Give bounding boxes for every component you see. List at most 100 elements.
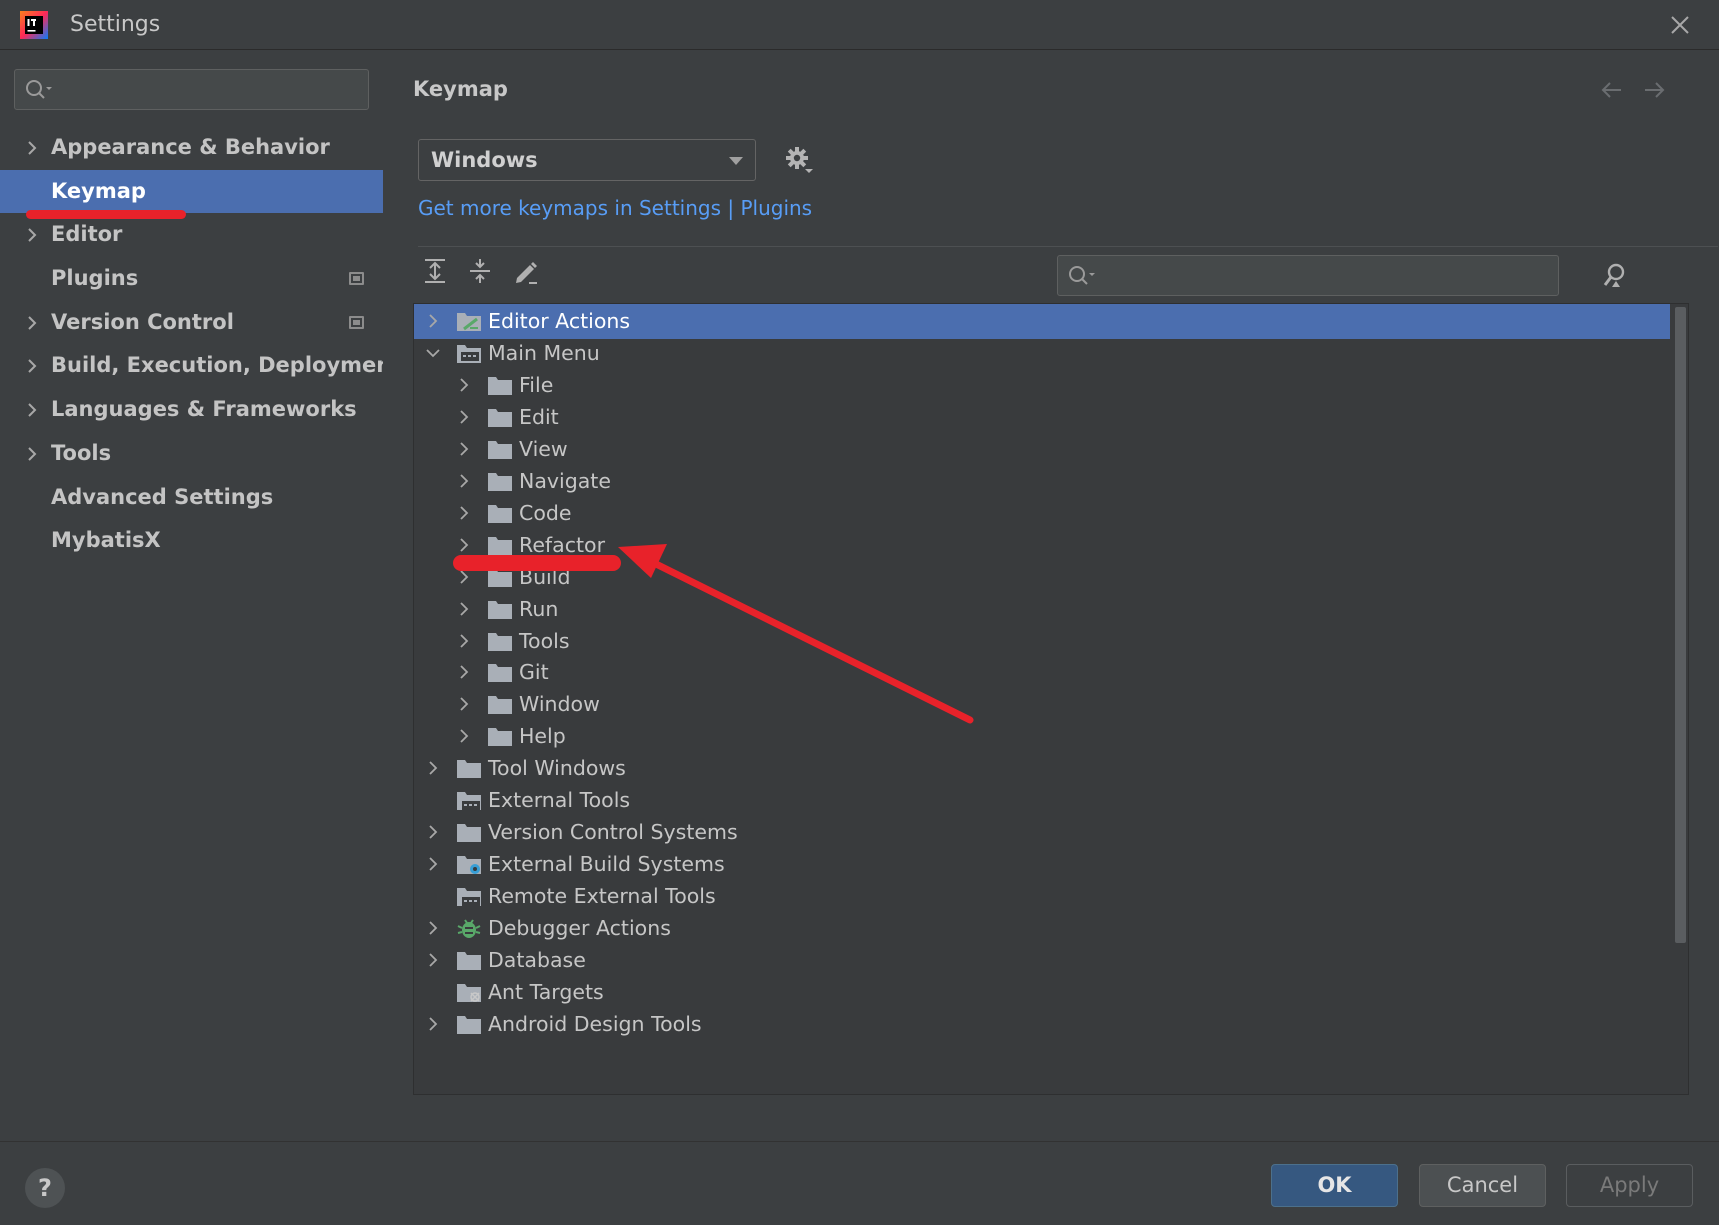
tree-search-input[interactable] [1102,262,1542,290]
chevron-right-icon[interactable] [457,410,471,424]
chevron-right-icon[interactable] [426,921,440,935]
tree-row-label: Code [519,500,572,525]
chevron-right-icon[interactable] [457,538,471,552]
edit-shortcut-icon[interactable] [511,256,541,286]
tree-row-label: Run [519,596,559,621]
chevron-right-icon[interactable] [457,601,471,616]
title-bar: Settings [0,0,1719,50]
chevron-right-icon[interactable] [24,140,40,156]
chevron-right-icon[interactable] [24,358,40,374]
tree-row[interactable]: Run [414,592,1670,627]
chevron-right-icon[interactable] [426,314,440,328]
chevron-right-icon[interactable] [457,474,471,488]
sidebar-search-field[interactable] [14,69,369,110]
collapse-all-icon[interactable] [465,256,495,286]
tree-row-label: Main Menu [488,340,600,365]
tree-row[interactable]: Git [414,655,1670,690]
sidebar-item-label: Version Control [51,309,234,334]
find-by-shortcut-icon[interactable] [1601,261,1631,291]
tree-row[interactable]: Main Menu [414,336,1670,371]
chevron-right-icon[interactable] [24,446,40,462]
apply-button[interactable]: Apply [1566,1164,1693,1207]
tree-row-label: Database [488,948,586,972]
chevron-right-icon[interactable] [24,227,40,243]
annotation-underline-keymap [26,210,186,219]
folder-icon [488,536,512,555]
folder-icon [488,696,512,715]
page-title: Keymap [413,77,508,101]
tree-row[interactable]: Ant Targets [414,975,1670,1010]
tree-row[interactable]: File [414,368,1670,403]
tree-row[interactable]: Editor Actions [414,304,1670,339]
sidebar-item[interactable]: Plugins [0,257,383,301]
sidebar-item[interactable]: Version Control [0,301,383,345]
tree-row[interactable]: Navigate [414,464,1670,499]
tree-search-field[interactable] [1057,255,1559,296]
keymap-scheme-select[interactable]: Windows [418,139,756,181]
tree-row[interactable]: Database [414,943,1670,978]
ok-button[interactable]: OK [1271,1164,1398,1207]
folder-icon [488,440,512,459]
tree-row[interactable]: Edit [414,400,1670,435]
tree-row-label: Navigate [519,468,611,493]
sidebar-item[interactable]: Advanced Settings [0,476,383,520]
chevron-right-icon[interactable] [426,857,440,871]
sidebar-search-input[interactable] [59,76,359,104]
tree-row[interactable]: Help [414,719,1670,754]
sidebar-item[interactable]: Appearance & Behavior [0,126,383,170]
tree-row-label: Remote External Tools [488,884,716,909]
chevron-right-icon[interactable] [457,665,471,680]
chevron-right-icon[interactable] [457,378,471,392]
chevron-right-icon[interactable] [426,761,440,775]
tree-row-label: Refactor [519,532,605,557]
expand-all-icon[interactable] [420,256,450,286]
chevron-right-icon[interactable] [24,402,40,418]
sidebar-item[interactable]: Tools [0,432,383,476]
divider [418,246,1718,247]
tree-row-label: Help [519,724,566,749]
folder-icon [488,408,512,427]
tree-row[interactable]: View [414,432,1670,467]
sidebar-item[interactable]: Build, Execution, Deployment [0,344,401,388]
editor-actions-icon [457,313,481,331]
dialog-footer: ? OK Cancel Apply [0,1141,1719,1225]
forward-arrow-icon[interactable] [1641,77,1667,103]
tree-row[interactable]: Tools [414,624,1670,659]
chevron-right-icon[interactable] [457,569,471,584]
chevron-right-icon[interactable] [24,315,40,331]
help-button[interactable]: ? [25,1168,65,1208]
chevron-right-icon[interactable] [457,729,471,743]
chevron-right-icon[interactable] [426,953,440,967]
close-icon[interactable] [1667,12,1693,38]
search-icon [1069,266,1095,285]
folder-icon [457,824,481,843]
chevron-down-icon[interactable] [426,346,440,360]
tree-row[interactable]: Remote External Tools [414,879,1670,914]
tree-row[interactable]: Version Control Systems [414,815,1670,850]
sidebar-item[interactable]: Keymap [0,169,383,214]
chevron-right-icon[interactable] [457,697,471,712]
tree-row[interactable]: Debugger Actions [414,911,1670,946]
menu-folder-icon [457,344,481,363]
tree-row[interactable]: Window [414,687,1670,722]
chevron-right-icon[interactable] [457,633,471,648]
tree-row[interactable]: Code [414,496,1670,531]
gear-icon[interactable] [784,145,814,175]
sidebar-item-label: Keymap [51,178,146,203]
tree-row-label: Editor Actions [488,309,631,333]
cancel-button[interactable]: Cancel [1419,1164,1546,1207]
sidebar-item[interactable]: Editor [0,213,383,257]
tree-row[interactable]: External Build Systems [414,847,1670,882]
chevron-right-icon[interactable] [426,1017,440,1031]
sidebar-item[interactable]: MybatisX [0,519,383,563]
chevron-right-icon[interactable] [457,442,471,456]
tree-row[interactable]: External Tools [414,783,1670,818]
sidebar-item[interactable]: Languages & Frameworks [0,388,383,432]
back-arrow-icon[interactable] [1599,77,1625,103]
tree-row[interactable]: Android Design Tools [414,1007,1670,1042]
get-more-keymaps-link[interactable]: Get more keymaps in Settings | Plugins [418,196,812,220]
chevron-right-icon[interactable] [426,825,440,839]
tree-row[interactable]: Tool Windows [414,751,1670,786]
chevron-right-icon[interactable] [457,506,471,520]
scrollbar-thumb[interactable] [1675,307,1686,943]
